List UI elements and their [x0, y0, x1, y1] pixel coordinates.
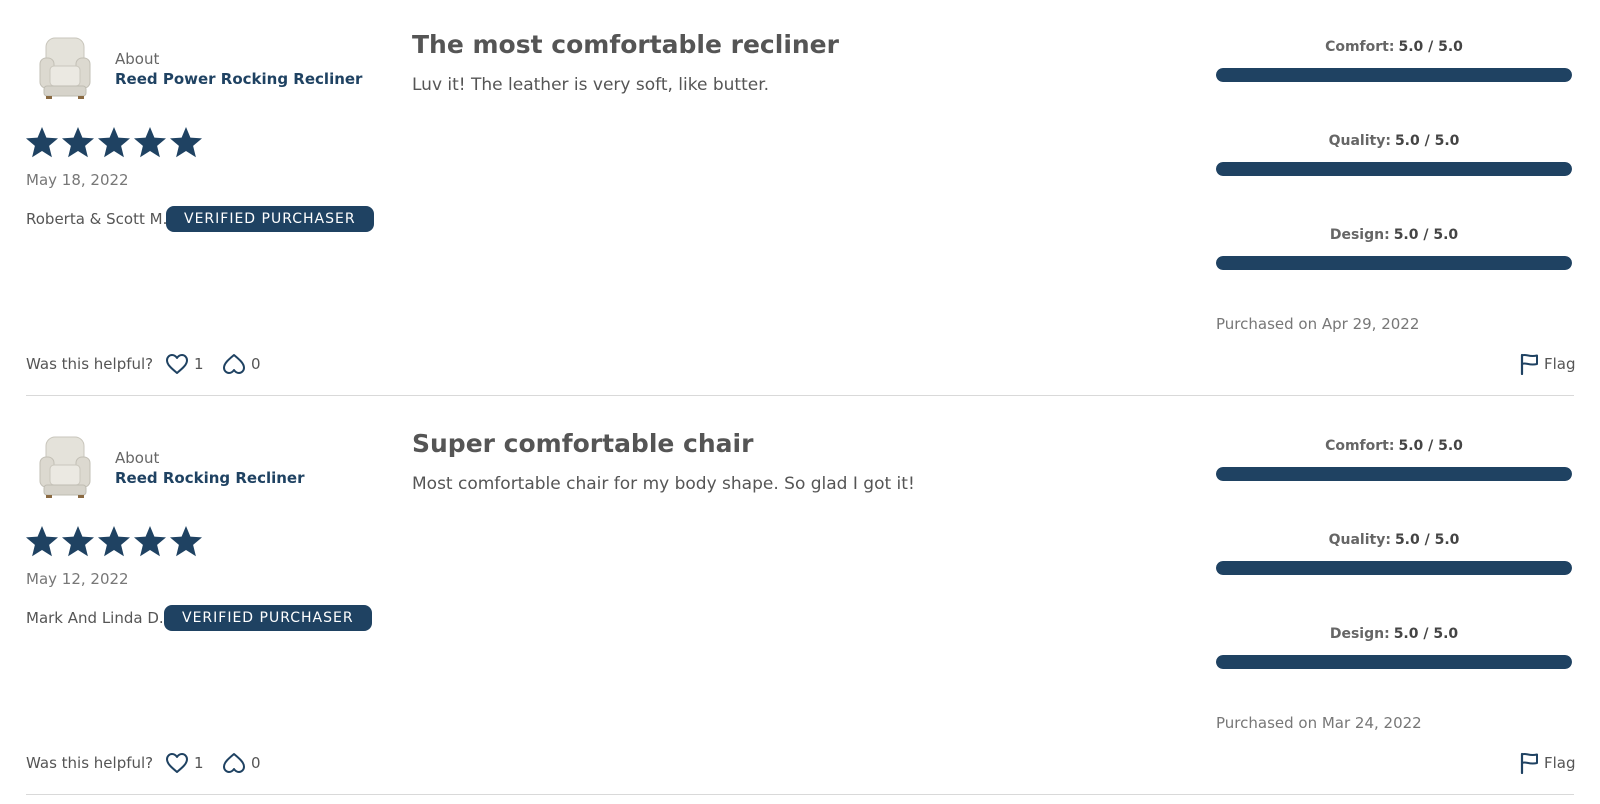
- star-filled-icon: [60, 125, 96, 161]
- review-divider: [26, 794, 1574, 795]
- product-thumbnail[interactable]: [32, 34, 98, 102]
- star-filled-icon: [168, 125, 204, 161]
- score-name: Quality:: [1328, 532, 1391, 548]
- helpful-yes-button[interactable]: 1: [165, 352, 204, 376]
- verified-purchaser-badge: VERIFIED PURCHASER: [164, 605, 372, 631]
- star-filled-icon: [132, 524, 168, 560]
- flag-label: Flag: [1544, 754, 1576, 772]
- product-name-link[interactable]: Reed Rocking Recliner: [115, 469, 305, 487]
- review-divider: [26, 395, 1574, 396]
- reviewer-name: Mark And Linda D.: [26, 609, 164, 627]
- score-bar: [1216, 68, 1572, 82]
- score-value: 5.0 / 5.0: [1394, 532, 1460, 548]
- about-label: About: [115, 50, 160, 68]
- score-label-line: Design: 5.0 / 5.0: [1216, 625, 1572, 643]
- star-filled-icon: [60, 524, 96, 560]
- helpful-no-count: 0: [251, 355, 261, 373]
- helpful-yes-count: 1: [194, 355, 204, 373]
- review-date: May 18, 2022: [26, 171, 129, 189]
- verified-purchaser-badge: VERIFIED PURCHASER: [166, 206, 374, 232]
- score-bar-fill: [1216, 655, 1572, 669]
- review-body: Luv it! The leather is very soft, like b…: [412, 75, 770, 95]
- helpful-no-button[interactable]: 0: [222, 751, 261, 775]
- score-bar-fill: [1216, 467, 1572, 481]
- score-name: Comfort:: [1325, 438, 1395, 454]
- score-row: Comfort: 5.0 / 5.0: [1216, 38, 1572, 90]
- score-bar: [1216, 256, 1572, 270]
- review-body: Most comfortable chair for my body shape…: [412, 474, 915, 494]
- helpful-label: Was this helpful?: [26, 754, 154, 772]
- review-date: May 12, 2022: [26, 570, 129, 588]
- star-filled-icon: [96, 524, 132, 560]
- reviewer-name: Roberta & Scott M.: [26, 210, 168, 228]
- score-bar-fill: [1216, 162, 1572, 176]
- score-label-line: Comfort: 5.0 / 5.0: [1216, 437, 1572, 455]
- star-filled-icon: [96, 125, 132, 161]
- score-name: Quality:: [1328, 133, 1391, 149]
- score-bar: [1216, 162, 1572, 176]
- score-bar: [1216, 467, 1572, 481]
- helpful-yes-button[interactable]: 1: [165, 751, 204, 775]
- review-title: Super comfortable chair: [412, 429, 754, 458]
- purchase-date: Purchased on Mar 24, 2022: [1216, 714, 1422, 732]
- score-value: 5.0 / 5.0: [1398, 39, 1463, 55]
- about-label: About: [115, 449, 160, 467]
- score-row: Design: 5.0 / 5.0: [1216, 625, 1572, 677]
- broken-heart-icon: [222, 353, 246, 375]
- score-bar-fill: [1216, 561, 1572, 575]
- score-bar: [1216, 561, 1572, 575]
- helpful-yes-count: 1: [194, 754, 204, 772]
- heart-icon: [165, 353, 189, 375]
- star-filled-icon: [168, 524, 204, 560]
- flag-icon: [1519, 752, 1539, 774]
- star-filled-icon: [24, 524, 60, 560]
- star-filled-icon: [24, 125, 60, 161]
- review-card: About Reed Rocking Recliner May 12, 2022…: [0, 399, 1600, 798]
- score-name: Comfort:: [1325, 39, 1395, 55]
- score-row: Quality: 5.0 / 5.0: [1216, 132, 1572, 184]
- score-bar: [1216, 655, 1572, 669]
- score-label-line: Design: 5.0 / 5.0: [1216, 226, 1572, 244]
- helpful-no-button[interactable]: 0: [222, 352, 261, 376]
- score-value: 5.0 / 5.0: [1393, 626, 1459, 642]
- product-thumbnail[interactable]: [32, 433, 98, 501]
- score-bar-fill: [1216, 256, 1572, 270]
- purchase-date: Purchased on Apr 29, 2022: [1216, 315, 1420, 333]
- product-name-link[interactable]: Reed Power Rocking Recliner: [115, 70, 362, 88]
- score-name: Design:: [1329, 626, 1390, 642]
- star-filled-icon: [132, 125, 168, 161]
- star-rating: [24, 125, 204, 161]
- score-name: Design:: [1329, 227, 1390, 243]
- review-list: About Reed Power Rocking Recliner May 18…: [0, 0, 1600, 804]
- star-rating: [24, 524, 204, 560]
- flag-button[interactable]: Flag: [1519, 352, 1576, 376]
- review-card: About Reed Power Rocking Recliner May 18…: [0, 0, 1600, 399]
- broken-heart-icon: [222, 752, 246, 774]
- score-label-line: Comfort: 5.0 / 5.0: [1216, 38, 1572, 56]
- score-label-line: Quality: 5.0 / 5.0: [1216, 132, 1572, 150]
- flag-icon: [1519, 353, 1539, 375]
- score-value: 5.0 / 5.0: [1393, 227, 1459, 243]
- flag-label: Flag: [1544, 355, 1576, 373]
- score-bar-fill: [1216, 68, 1572, 82]
- score-label-line: Quality: 5.0 / 5.0: [1216, 531, 1572, 549]
- helpful-label: Was this helpful?: [26, 355, 154, 373]
- flag-button[interactable]: Flag: [1519, 751, 1576, 775]
- score-value: 5.0 / 5.0: [1394, 133, 1460, 149]
- score-row: Quality: 5.0 / 5.0: [1216, 531, 1572, 583]
- score-row: Design: 5.0 / 5.0: [1216, 226, 1572, 278]
- score-row: Comfort: 5.0 / 5.0: [1216, 437, 1572, 489]
- heart-icon: [165, 752, 189, 774]
- helpful-no-count: 0: [251, 754, 261, 772]
- review-title: The most comfortable recliner: [412, 30, 839, 59]
- score-value: 5.0 / 5.0: [1398, 438, 1463, 454]
